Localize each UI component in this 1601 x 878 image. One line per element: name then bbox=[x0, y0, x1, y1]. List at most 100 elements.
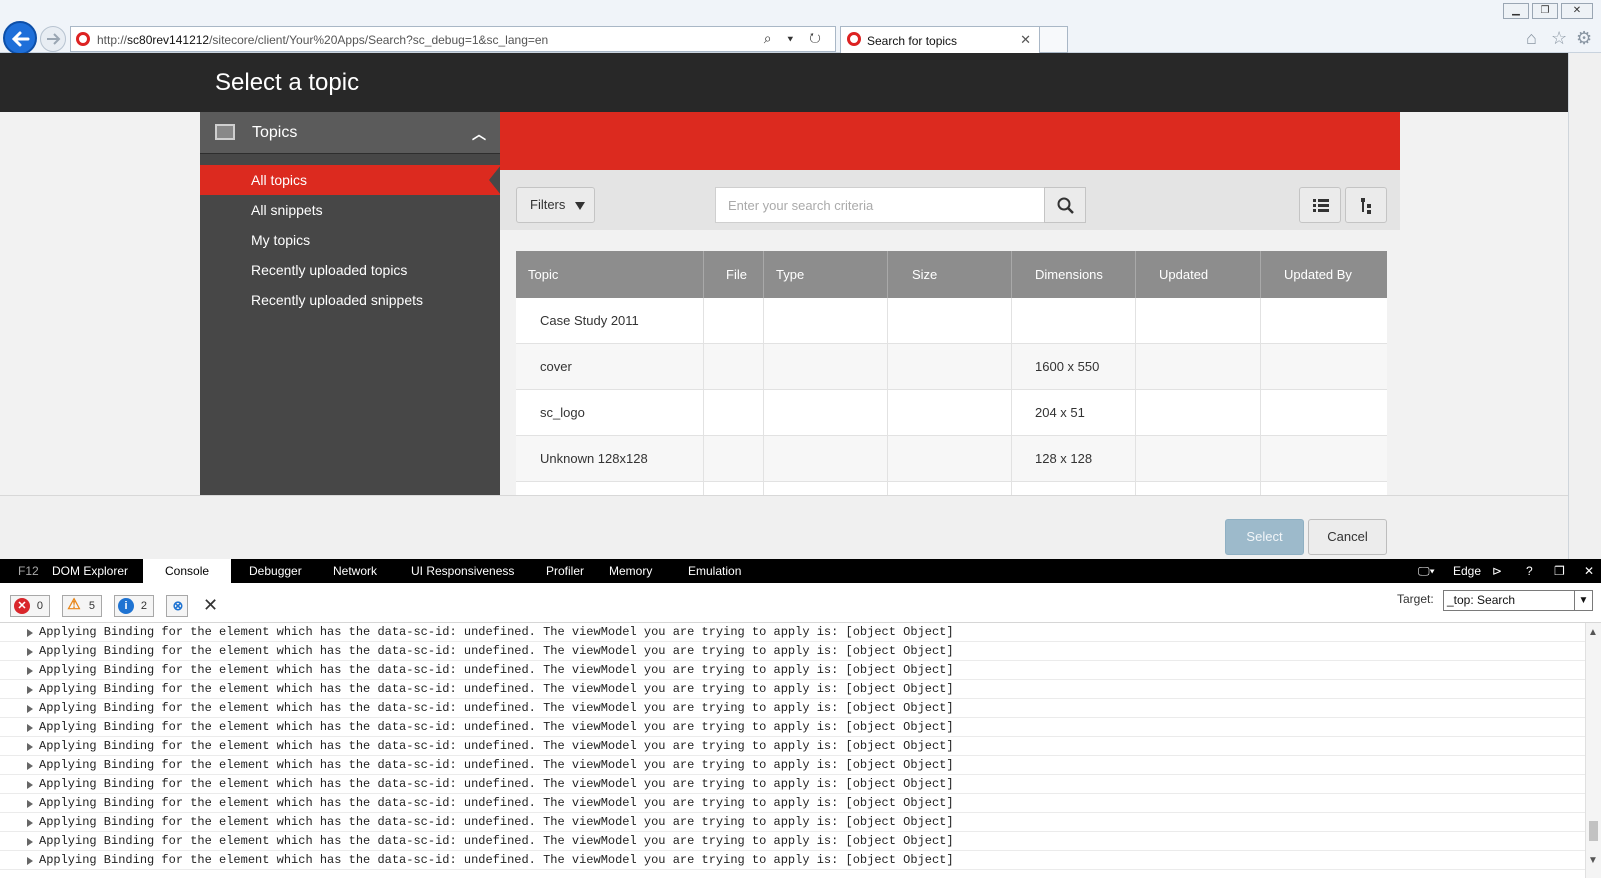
forward-button[interactable] bbox=[40, 26, 66, 52]
expand-triangle-icon[interactable] bbox=[27, 800, 33, 808]
info-filter-button[interactable]: i 2 bbox=[114, 595, 154, 617]
table-row[interactable]: Android Tablet 970 x 1441 bbox=[516, 482, 1387, 495]
expand-triangle-icon[interactable] bbox=[27, 705, 33, 713]
tree-view-icon bbox=[1361, 198, 1371, 214]
settings-gear-icon[interactable]: ⚙ bbox=[1576, 28, 1592, 49]
expand-triangle-icon[interactable] bbox=[27, 686, 33, 694]
devtools-tab-network[interactable]: Network bbox=[325, 559, 385, 583]
address-url[interactable]: http://sc80rev141212/sitecore/client/You… bbox=[97, 33, 548, 47]
console-message[interactable]: Applying Binding for the element which h… bbox=[0, 794, 1585, 813]
scroll-up-icon[interactable]: ▲ bbox=[1588, 627, 1598, 638]
console-message[interactable]: Applying Binding for the element which h… bbox=[0, 642, 1585, 661]
warnings-filter-button[interactable]: ⚠ 5 bbox=[62, 595, 102, 617]
expand-triangle-icon[interactable] bbox=[27, 648, 33, 656]
console-message[interactable]: Applying Binding for the element which h… bbox=[0, 851, 1585, 870]
sidebar-item-all-snippets[interactable]: All snippets bbox=[200, 195, 500, 225]
target-select[interactable]: _top: Search ▼ bbox=[1443, 590, 1593, 611]
search-button[interactable] bbox=[1044, 187, 1086, 223]
expand-triangle-icon[interactable] bbox=[27, 819, 33, 827]
emulation-device-icon[interactable]: 🖵▾ bbox=[1410, 559, 1443, 583]
console-message-text: Applying Binding for the element which h… bbox=[39, 682, 954, 696]
expand-triangle-icon[interactable] bbox=[27, 667, 33, 675]
table-cell bbox=[1261, 298, 1387, 344]
console-message[interactable]: Applying Binding for the element which h… bbox=[0, 699, 1585, 718]
minimize-button[interactable]: ▁ bbox=[1503, 3, 1529, 19]
devtools-tab-memory[interactable]: Memory bbox=[601, 559, 660, 583]
select-button[interactable]: Select bbox=[1225, 519, 1304, 555]
address-tools-icons[interactable]: ⌕ ▾ ↻ bbox=[764, 30, 827, 47]
help-icon[interactable]: ? bbox=[1518, 559, 1541, 583]
scroll-down-icon[interactable]: ▼ bbox=[1588, 855, 1598, 866]
console-message[interactable]: Applying Binding for the element which h… bbox=[0, 661, 1585, 680]
new-tab-button[interactable] bbox=[1040, 26, 1068, 53]
console-message[interactable]: Applying Binding for the element which h… bbox=[0, 680, 1585, 699]
devtools-tabbar: F12 DOM Explorer Console Debugger Network UI … bbox=[0, 559, 1601, 583]
close-window-button[interactable]: ✕ bbox=[1561, 3, 1593, 19]
table-row[interactable]: Case Study 2011 bbox=[516, 298, 1387, 344]
favorites-star-icon[interactable]: ☆ bbox=[1551, 28, 1567, 49]
cancel-button[interactable]: Cancel bbox=[1308, 519, 1387, 555]
close-tab-icon[interactable]: ✕ bbox=[1020, 32, 1031, 48]
errors-filter-button[interactable]: ✕ 0 bbox=[10, 595, 50, 617]
chevron-down-icon[interactable]: ▼ bbox=[1574, 591, 1592, 610]
column-header-file[interactable]: File bbox=[704, 251, 764, 298]
column-header-type[interactable]: Type bbox=[764, 251, 888, 298]
column-header-updated-by[interactable]: Updated By bbox=[1261, 251, 1387, 298]
expand-triangle-icon[interactable] bbox=[27, 781, 33, 789]
sidebar-header[interactable]: Topics ︿ bbox=[200, 112, 500, 154]
console-message[interactable]: Applying Binding for the element which h… bbox=[0, 813, 1585, 832]
browser-tab[interactable]: Search for topics ✕ bbox=[840, 26, 1040, 53]
console-message[interactable]: Applying Binding for the element which h… bbox=[0, 737, 1585, 756]
sidebar-item-recently-uploaded-snippets[interactable]: Recently uploaded snippets bbox=[200, 285, 500, 315]
column-header-updated[interactable]: Updated bbox=[1136, 251, 1261, 298]
close-devtools-icon[interactable]: ✕ bbox=[1576, 559, 1601, 583]
clear-on-navigate-button[interactable]: ⊗ bbox=[166, 595, 188, 617]
console-message[interactable]: Applying Binding for the element which h… bbox=[0, 623, 1585, 642]
devtools-tab-profiler[interactable]: Profiler bbox=[538, 559, 592, 583]
clear-console-icon[interactable]: ✕ bbox=[203, 595, 218, 616]
devtools-tab-console[interactable]: Console bbox=[143, 559, 232, 583]
list-view-button[interactable] bbox=[1299, 187, 1341, 223]
table-cell: Case Study 2011 bbox=[516, 298, 704, 344]
column-header-dimensions[interactable]: Dimensions bbox=[1012, 251, 1136, 298]
table-cell: 1600 x 550 bbox=[1012, 344, 1136, 390]
console-scrollbar[interactable]: ▲ ▼ bbox=[1585, 623, 1601, 878]
table-cell: sc_logo bbox=[516, 390, 704, 436]
table-row[interactable]: Unknown 128x128 128 x 128 bbox=[516, 436, 1387, 482]
devtools-tab-f12[interactable]: F12 bbox=[10, 559, 47, 583]
expand-triangle-icon[interactable] bbox=[27, 857, 33, 865]
search-input[interactable] bbox=[728, 189, 1038, 221]
devtools-tab-ui-responsiveness[interactable]: UI Responsiveness bbox=[403, 559, 522, 583]
sidebar-item-all-topics[interactable]: All topics bbox=[200, 165, 501, 195]
undock-icon[interactable]: ❐ bbox=[1546, 559, 1573, 583]
devtools-tab-debugger[interactable]: Debugger bbox=[241, 559, 310, 583]
address-bar[interactable]: http://sc80rev141212/sitecore/client/You… bbox=[70, 26, 836, 52]
table-row[interactable]: sc_logo 204 x 51 bbox=[516, 390, 1387, 436]
table-row[interactable]: cover 1600 x 550 bbox=[516, 344, 1387, 390]
expand-triangle-icon[interactable] bbox=[27, 762, 33, 770]
expand-triangle-icon[interactable] bbox=[27, 838, 33, 846]
home-icon[interactable]: ⌂ bbox=[1526, 28, 1537, 49]
console-message[interactable]: Applying Binding for the element which h… bbox=[0, 775, 1585, 794]
filters-button[interactable]: Filters bbox=[516, 187, 595, 223]
expand-triangle-icon[interactable] bbox=[27, 629, 33, 637]
table-cell bbox=[764, 390, 888, 436]
chevron-up-icon[interactable]: ︿ bbox=[472, 124, 486, 144]
console-message[interactable]: Applying Binding for the element which h… bbox=[0, 832, 1585, 851]
document-mode-label[interactable]: Edge bbox=[1445, 559, 1489, 583]
restore-button[interactable]: ❐ bbox=[1532, 3, 1558, 19]
column-header-topic[interactable]: Topic bbox=[516, 251, 704, 298]
devtools-tab-dom-explorer[interactable]: DOM Explorer bbox=[44, 559, 136, 583]
console-message[interactable]: Applying Binding for the element which h… bbox=[0, 756, 1585, 775]
devtools-tab-emulation[interactable]: Emulation bbox=[680, 559, 749, 583]
console-toggle-icon[interactable]: ⊳ bbox=[1484, 559, 1510, 583]
expand-triangle-icon[interactable] bbox=[27, 724, 33, 732]
scroll-thumb[interactable] bbox=[1589, 821, 1598, 841]
sidebar-item-recently-uploaded-topics[interactable]: Recently uploaded topics bbox=[200, 255, 500, 285]
console-message[interactable]: Applying Binding for the element which h… bbox=[0, 718, 1585, 737]
tree-view-button[interactable] bbox=[1345, 187, 1387, 223]
column-header-size[interactable]: Size bbox=[888, 251, 1012, 298]
expand-triangle-icon[interactable] bbox=[27, 743, 33, 751]
back-button[interactable] bbox=[3, 21, 37, 55]
sidebar-item-my-topics[interactable]: My topics bbox=[200, 225, 500, 255]
